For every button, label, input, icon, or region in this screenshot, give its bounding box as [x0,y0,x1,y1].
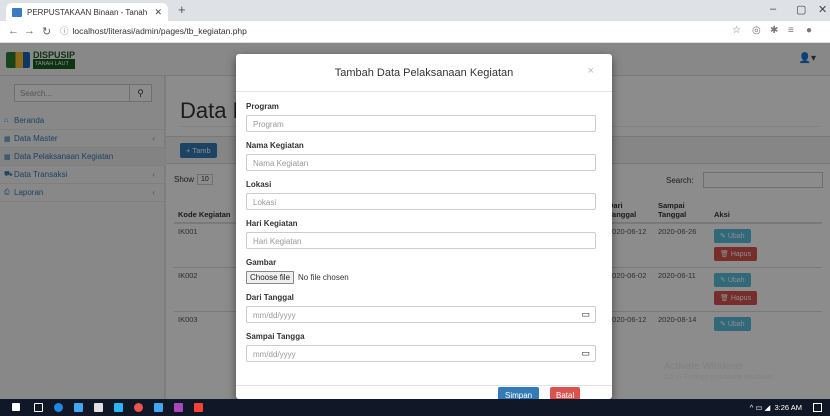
windows-taskbar: ^ ▭ ◢ 3:26 AM [0,399,830,416]
url-text: localhost/literasi/admin/pages/tb_kegiat… [72,26,247,36]
back-icon[interactable]: ← [8,25,19,37]
bookmark-star-icon[interactable]: ☆ [732,25,741,36]
gambar-label: Gambar [246,258,277,267]
close-tab-icon[interactable]: ✕ [154,7,162,18]
new-tab-icon[interactable]: + [178,3,186,17]
minimize-icon[interactable]: – [770,3,776,15]
lokasi-label: Lokasi [246,180,272,189]
program-label: Program [246,102,279,111]
store-icon[interactable] [74,403,83,412]
browser-tab[interactable]: PERPUSTAKAAN Binaan - Tanah ✕ [6,3,168,21]
modal-title: Tambah Data Pelaksanaan Kegiatan [334,66,514,79]
url-field[interactable]: ⓘ localhost/literasi/admin/pages/tb_kegia… [60,25,247,37]
dari-tanggal-label: Dari Tanggal [246,293,294,302]
forward-icon[interactable]: → [24,25,35,37]
cancel-button[interactable]: Batal [550,387,581,399]
modal-footer [236,385,612,386]
program-group: Program Program [246,102,596,132]
app-icon[interactable] [194,403,203,412]
nama-kegiatan-group: Nama Kegiatan Nama Kegiatan [246,141,596,171]
modal-body: Program Program Nama Kegiatan Nama Kegia… [246,102,596,371]
address-bar: ← → ↻ ⓘ localhost/literasi/admin/pages/tb… [0,21,830,43]
tab-title: PERPUSTAKAAN Binaan - Tanah [27,7,148,17]
reading-list-icon[interactable]: ≡ [788,25,794,36]
edge-icon[interactable] [54,403,63,412]
lock-icon[interactable] [94,403,103,412]
file-status: No file chosen [298,273,349,282]
dari-tanggal-input[interactable]: mm/dd/yyyy ▭ [246,306,596,323]
app-viewport: DISPUSIP TANAH LAUT 👤▾ Search... ⚲ ⌂ Bera… [0,43,830,399]
sampai-tanggal-label: Sampai Tangga [246,332,305,341]
activation-watermark: Activate Windows [664,361,743,372]
close-icon[interactable]: × [588,65,594,77]
task-view-icon[interactable] [34,403,43,412]
nama-kegiatan-label: Nama Kegiatan [246,141,304,150]
sampai-tanggal-group: Sampai Tangga mm/dd/yyyy ▭ [246,332,596,362]
close-window-icon[interactable]: ✕ [818,3,827,16]
choose-file-button[interactable]: Choose file [246,271,295,284]
puzzle-icon[interactable]: ✱ [770,25,778,36]
activation-watermark-sub: Go to Settings to activate Windows. [664,374,775,381]
program-input[interactable]: Program [246,115,596,132]
modal-header: Tambah Data Pelaksanaan Kegiatan × [236,54,612,92]
windows-start-icon[interactable] [12,403,20,411]
photos-icon[interactable] [154,403,163,412]
lokasi-input[interactable]: Lokasi [246,193,596,210]
info-icon[interactable]: ⓘ [60,26,69,36]
reload-icon[interactable]: ↻ [42,25,51,38]
favicon-icon [12,7,22,17]
add-kegiatan-modal: Tambah Data Pelaksanaan Kegiatan × Progr… [236,54,612,399]
gambar-group: Gambar Choose file No file chosen [246,258,596,284]
notification-icon[interactable] [813,403,822,412]
calendar-icon[interactable]: ▭ [581,309,590,320]
extension-icon[interactable]: ◎ [752,25,761,36]
lokasi-group: Lokasi Lokasi [246,180,596,210]
mail-icon[interactable] [114,403,123,412]
save-button[interactable]: Simpan [498,387,540,399]
browser-tab-bar: PERPUSTAKAAN Binaan - Tanah ✕ + – ▢ ✕ [0,0,830,21]
hari-kegiatan-label: Hari Kegiatan [246,219,298,228]
opera-icon[interactable] [134,403,143,412]
nama-kegiatan-input[interactable]: Nama Kegiatan [246,154,596,171]
clock: 3:26 AM [774,403,802,412]
app-icon[interactable] [174,403,183,412]
hari-kegiatan-group: Hari Kegiatan Hari Kegiatan [246,219,596,249]
profile-avatar-icon[interactable]: ● [806,25,812,36]
system-tray[interactable]: ^ ▭ ◢ 3:26 AM [750,403,802,412]
calendar-icon[interactable]: ▭ [581,348,590,359]
hari-kegiatan-input[interactable]: Hari Kegiatan [246,232,596,249]
dari-tanggal-group: Dari Tanggal mm/dd/yyyy ▭ [246,293,596,323]
maximize-icon[interactable]: ▢ [796,3,806,16]
sampai-tanggal-input[interactable]: mm/dd/yyyy ▭ [246,345,596,362]
